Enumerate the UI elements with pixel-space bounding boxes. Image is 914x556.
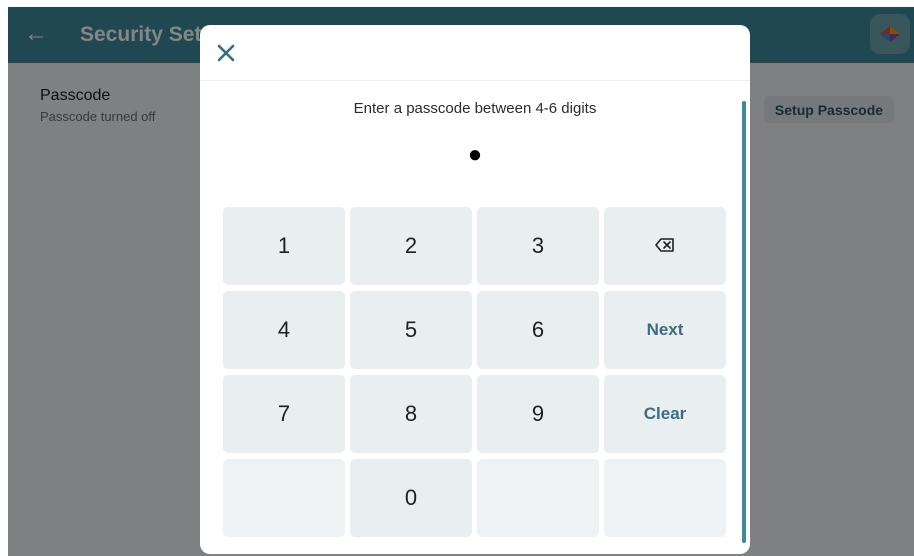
empty-key-left — [223, 459, 345, 537]
key-3[interactable]: 3 — [477, 207, 599, 285]
backspace-button[interactable] — [604, 207, 726, 285]
key-6[interactable]: 6 — [477, 291, 599, 369]
empty-key-right — [604, 459, 726, 537]
close-icon[interactable] — [214, 41, 238, 65]
dialog-header — [200, 25, 750, 81]
passcode-dots: ● — [467, 141, 483, 168]
clear-button[interactable]: Clear — [604, 375, 726, 453]
key-9[interactable]: 9 — [477, 375, 599, 453]
key-7[interactable]: 7 — [223, 375, 345, 453]
window-edge — [0, 0, 8, 556]
empty-key-middle — [477, 459, 599, 537]
key-1[interactable]: 1 — [223, 207, 345, 285]
passcode-prompt: Enter a passcode between 4-6 digits — [353, 100, 597, 117]
key-2[interactable]: 2 — [350, 207, 472, 285]
app-window: ← Security Settings Passcode Passcode tu… — [8, 7, 914, 556]
next-button[interactable]: Next — [604, 291, 726, 369]
keypad: 1 2 3 4 5 6 Next 7 8 9 Clear 0 — [223, 207, 727, 537]
key-8[interactable]: 8 — [350, 375, 472, 453]
dialog-scrollbar[interactable] — [742, 101, 746, 543]
key-5[interactable]: 5 — [350, 291, 472, 369]
key-0[interactable]: 0 — [350, 459, 472, 537]
backspace-icon — [655, 233, 675, 259]
passcode-dialog: Enter a passcode between 4-6 digits ● 1 … — [200, 25, 750, 554]
key-4[interactable]: 4 — [223, 291, 345, 369]
